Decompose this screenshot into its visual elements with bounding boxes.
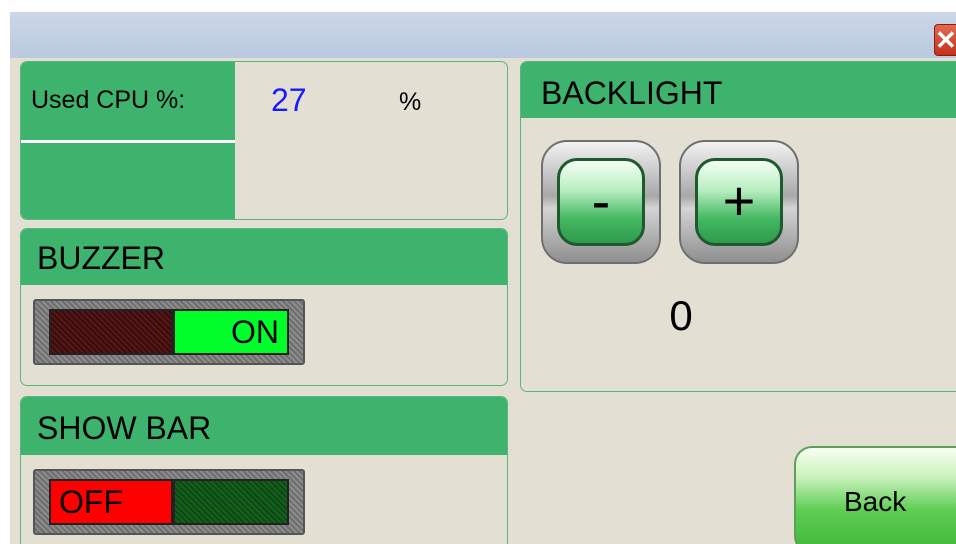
backlight-decrease-button[interactable]: - [541, 140, 661, 264]
buzzer-toggle[interactable]: ON [33, 299, 305, 365]
cpu-unit: % [399, 88, 422, 116]
backlight-panel: BACKLIGHT - + 0 [520, 61, 956, 392]
backlight-value: 0 [669, 292, 693, 339]
show-bar-toggle-on-segment [173, 479, 289, 525]
backlight-increase-button[interactable]: + [679, 140, 799, 264]
show-bar-toggle-off-segment: OFF [49, 479, 173, 525]
cpu-panel: Used CPU %: 27 % [20, 61, 508, 220]
show-bar-toggle[interactable]: OFF [33, 469, 305, 535]
show-bar-panel: SHOW BAR OFF [20, 396, 508, 544]
plus-icon: + [695, 158, 783, 246]
buzzer-toggle-off-segment [49, 309, 173, 355]
buzzer-header: BUZZER [21, 229, 507, 285]
cpu-value: 27 [271, 82, 307, 118]
cpu-divider [21, 140, 235, 143]
show-bar-title: SHOW BAR [37, 410, 212, 446]
back-button[interactable]: Back [794, 446, 956, 544]
buzzer-toggle-on-segment: ON [173, 309, 289, 355]
work-area: Used CPU %: 27 % BUZZER ON SHOW BAR OFF … [10, 58, 956, 544]
backlight-header: BACKLIGHT [521, 62, 956, 118]
buzzer-state-label: ON [231, 314, 279, 350]
close-icon: ✕ [935, 25, 956, 55]
minus-icon: - [557, 158, 645, 246]
close-button[interactable]: ✕ [934, 24, 956, 56]
screen: ✕ Used CPU %: 27 % BUZZER ON SHOW BAR OF… [0, 0, 956, 544]
cpu-label-box: Used CPU %: [21, 62, 235, 219]
window-titlebar: ✕ [10, 12, 956, 58]
backlight-title: BACKLIGHT [541, 75, 723, 111]
back-button-label: Back [844, 486, 907, 517]
cpu-label: Used CPU %: [31, 86, 186, 114]
buzzer-panel: BUZZER ON [20, 228, 508, 386]
buzzer-title: BUZZER [37, 240, 165, 276]
show-bar-header: SHOW BAR [21, 397, 507, 455]
show-bar-state-label: OFF [59, 484, 123, 520]
